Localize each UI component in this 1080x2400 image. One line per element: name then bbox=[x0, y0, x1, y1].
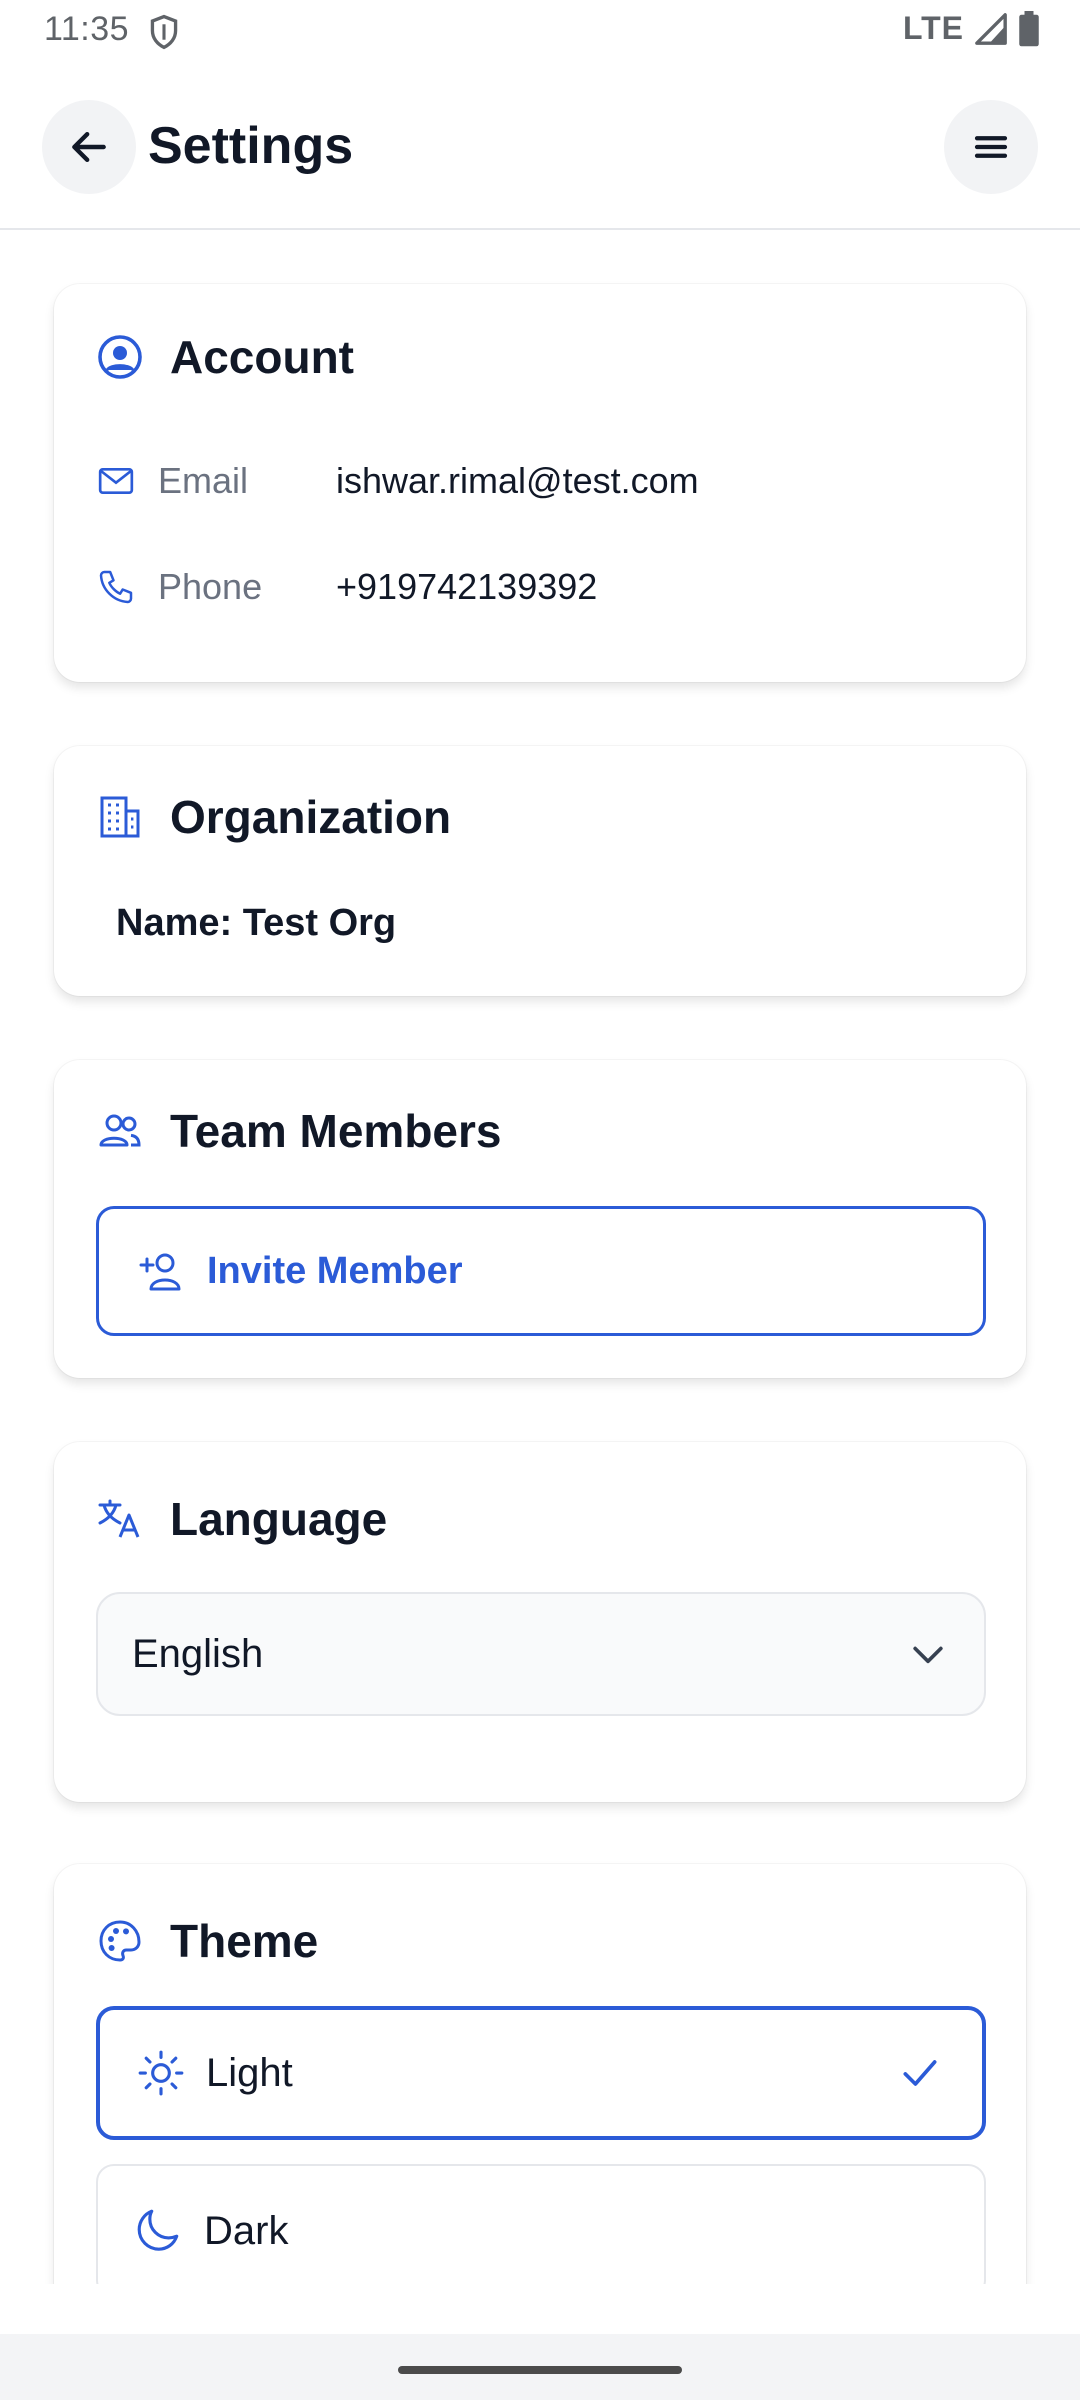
page-title: Settings bbox=[148, 117, 354, 175]
language-selected-value: English bbox=[132, 1631, 264, 1676]
chevron-down-icon bbox=[913, 1646, 943, 1664]
invite-member-button[interactable]: Invite Member bbox=[96, 1206, 986, 1336]
invite-member-label: Invite Member bbox=[207, 1249, 463, 1292]
phone-icon bbox=[99, 570, 133, 604]
theme-card: Theme Light Dark bbox=[54, 1864, 1026, 2284]
language-select[interactable]: English bbox=[96, 1592, 986, 1716]
user-plus-icon bbox=[139, 1253, 181, 1291]
user-circle-icon bbox=[98, 335, 142, 379]
status-bar: 11:35 LTE bbox=[0, 0, 1080, 64]
organization-name: Name: Test Org bbox=[116, 902, 397, 944]
check-icon bbox=[903, 2060, 937, 2086]
language-header: Language bbox=[96, 1492, 387, 1546]
palette-icon bbox=[99, 1920, 141, 1962]
organization-header: Organization bbox=[96, 790, 451, 844]
team-members-title: Team Members bbox=[170, 1105, 502, 1157]
team-members-card: Team Members Invite Member bbox=[54, 1060, 1026, 1378]
phone-value: +919742139392 bbox=[336, 566, 598, 607]
settings-content: Account Email ishwar.rimal@test.com Phon… bbox=[0, 232, 1080, 2284]
account-header: Account bbox=[96, 330, 354, 384]
organization-card: Organization Name: Test Org bbox=[54, 746, 1026, 996]
arrow-left-icon bbox=[72, 131, 106, 163]
account-card: Account Email ishwar.rimal@test.com Phon… bbox=[54, 284, 1026, 682]
signal-icon bbox=[975, 12, 1007, 45]
battery-icon bbox=[1019, 10, 1039, 46]
mail-icon bbox=[98, 468, 134, 494]
email-row: Email ishwar.rimal@test.com bbox=[96, 460, 699, 502]
building-icon bbox=[100, 796, 140, 838]
email-value: ishwar.rimal@test.com bbox=[336, 460, 699, 501]
sun-icon bbox=[138, 2050, 184, 2096]
theme-option-dark[interactable]: Dark bbox=[96, 2164, 986, 2284]
theme-title: Theme bbox=[170, 1915, 319, 1967]
users-icon bbox=[99, 1114, 141, 1147]
theme-option-dark-label: Dark bbox=[204, 2208, 289, 2253]
language-title: Language bbox=[170, 1493, 388, 1545]
theme-option-light-label: Light bbox=[206, 2050, 293, 2095]
shield-icon bbox=[150, 14, 178, 50]
menu-icon bbox=[974, 136, 1008, 158]
account-title: Account bbox=[170, 331, 354, 383]
moon-icon bbox=[137, 2209, 179, 2251]
status-time: 11:35 bbox=[44, 10, 130, 48]
back-button[interactable] bbox=[42, 100, 136, 194]
menu-button[interactable] bbox=[944, 100, 1038, 194]
theme-option-light[interactable]: Light bbox=[96, 2006, 986, 2140]
phone-label: Phone bbox=[158, 566, 263, 607]
app-bar: Settings bbox=[0, 64, 1080, 230]
language-card: Language English bbox=[54, 1442, 1026, 1802]
network-type: LTE bbox=[902, 10, 964, 46]
theme-header: Theme bbox=[96, 1914, 318, 1968]
phone-row: Phone +919742139392 bbox=[96, 566, 597, 608]
translate-icon bbox=[98, 1499, 140, 1538]
system-nav-bar bbox=[0, 2334, 1080, 2400]
email-label: Email bbox=[158, 460, 249, 501]
home-gesture-handle[interactable] bbox=[398, 2366, 682, 2374]
status-indicators: LTE bbox=[903, 10, 1040, 47]
team-members-header: Team Members bbox=[96, 1104, 502, 1158]
organization-title: Organization bbox=[170, 791, 452, 843]
